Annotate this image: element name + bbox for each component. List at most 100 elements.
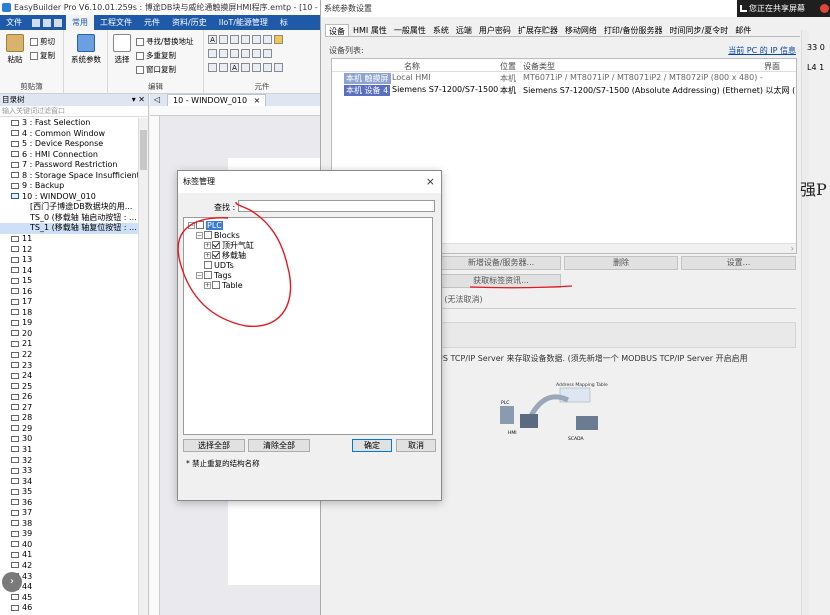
tree-item[interactable]: 11	[0, 234, 138, 245]
rect-icon[interactable]	[252, 63, 261, 72]
copy-button[interactable]: 复制	[30, 50, 55, 61]
record-icon[interactable]	[820, 4, 829, 13]
tree-item[interactable]: 19	[0, 318, 138, 329]
tree-item[interactable]: 10 : WINDOW_010	[0, 192, 138, 203]
table-row[interactable]: 本机 触摸屏 Local HMI 本机 MT6071iP / MT8071iP …	[332, 72, 796, 84]
find-replace-button[interactable]: 寻找/替换地址	[136, 36, 194, 47]
screen-share-bar[interactable]: 您正在共享屏幕	[737, 0, 830, 17]
tab-settings[interactable]: 系统	[430, 24, 452, 36]
multi-copy-button[interactable]: 多重复制	[136, 50, 176, 61]
tree-item[interactable]: 34	[0, 477, 138, 488]
menu-home[interactable]: 常用	[66, 15, 94, 30]
block-item-checkbox[interactable]	[212, 251, 220, 259]
text-element-icon[interactable]: A	[208, 35, 217, 44]
tab-settings[interactable]: 时间同步/夏令时	[667, 24, 732, 36]
shape-icon[interactable]	[263, 35, 272, 44]
numeric-icon[interactable]	[230, 35, 239, 44]
menu-data-history[interactable]: 资料/历史	[166, 15, 213, 30]
tree-scrollbar[interactable]	[138, 118, 148, 615]
tree-item[interactable]: 45	[0, 593, 138, 604]
tree-item[interactable]: 5 : Device Response	[0, 139, 138, 150]
image-icon[interactable]	[241, 63, 250, 72]
tree-item[interactable]: 18	[0, 308, 138, 319]
tree-item[interactable]: 38	[0, 519, 138, 530]
circle-icon[interactable]	[274, 63, 283, 72]
folder-icon[interactable]	[274, 35, 283, 44]
tree-item[interactable]: 36	[0, 498, 138, 509]
new-device-button[interactable]: 新增设备/服务器...	[441, 256, 561, 270]
tab-settings[interactable]: HMI 属性	[350, 24, 390, 36]
tree-item[interactable]: 21	[0, 339, 138, 350]
collapse-icon[interactable]: −	[196, 231, 203, 239]
table-checkbox[interactable]	[212, 281, 220, 289]
tree-item[interactable]: TS_1 (移载轴 轴复位按钮 : ...	[0, 223, 138, 235]
tree-scroll-thumb[interactable]	[140, 130, 147, 170]
tree-item[interactable]: 14	[0, 266, 138, 277]
button-icon[interactable]	[252, 35, 261, 44]
table-icon[interactable]	[208, 49, 217, 58]
system-params-button[interactable]: 系统参数	[68, 34, 104, 65]
pin-close-controls[interactable]: ▾ ✕	[132, 94, 145, 106]
expand-icon[interactable]: +	[204, 251, 211, 259]
paste-button[interactable]: 粘贴	[4, 34, 26, 65]
cancel-button[interactable]: 取消	[396, 439, 436, 452]
udts-checkbox[interactable]	[204, 261, 212, 269]
tree-item[interactable]: 32	[0, 456, 138, 467]
window-copy-button[interactable]: 窗口复制	[136, 64, 176, 75]
tree-node-tags[interactable]: − Tags	[196, 270, 232, 280]
menu-objects[interactable]: 元件	[138, 15, 166, 30]
tree-item[interactable]: 46	[0, 603, 138, 614]
tree-item[interactable]: [西门子博途DB数据块的用...	[0, 202, 138, 213]
tab-settings[interactable]: 一般属性	[391, 24, 429, 36]
tab-settings[interactable]: 邮件	[732, 24, 754, 36]
tree-node-blocks[interactable]: − Blocks	[196, 230, 240, 240]
grid-icon[interactable]	[219, 49, 228, 58]
collapse-icon[interactable]: −	[196, 271, 203, 279]
block-item-checkbox[interactable]	[212, 241, 220, 249]
tree-item[interactable]: 31	[0, 445, 138, 456]
tab-settings[interactable]: 设备	[325, 24, 349, 36]
get-tag-info-button[interactable]: 获取标签资讯...	[441, 274, 561, 288]
tree-item[interactable]: 33	[0, 466, 138, 477]
save-icon[interactable]	[32, 18, 40, 27]
tree-item[interactable]: 42	[0, 561, 138, 572]
tree-item[interactable]: 7 : Password Restriction	[0, 160, 138, 171]
tree-item[interactable]: 8 : Storage Space Insufficient	[0, 171, 138, 182]
tab-settings[interactable]: 用户密码	[476, 24, 514, 36]
wave-icon[interactable]	[241, 49, 250, 58]
tree-item[interactable]: 22	[0, 350, 138, 361]
tab-settings[interactable]: 远端	[453, 24, 475, 36]
tree-node-block-item[interactable]: + 移载轴	[204, 250, 246, 260]
tree-item[interactable]: 27	[0, 403, 138, 414]
tree-item[interactable]: 6 : HMI Connection	[0, 150, 138, 161]
clear-all-button[interactable]: 清除全部	[248, 439, 310, 452]
tree-item[interactable]: 29	[0, 424, 138, 435]
expand-arrow-button[interactable]: ›	[2, 572, 22, 592]
tree-item[interactable]: 13	[0, 255, 138, 266]
redo-icon[interactable]	[54, 18, 62, 27]
color-icon[interactable]	[208, 63, 217, 72]
tab-settings[interactable]: 移动网络	[562, 24, 600, 36]
tree-item[interactable]: 28	[0, 413, 138, 424]
tree-item[interactable]: 37	[0, 508, 138, 519]
tree-item[interactable]: 9 : Backup	[0, 181, 138, 192]
tree-item[interactable]: 30	[0, 434, 138, 445]
tree-item[interactable]: 16	[0, 287, 138, 298]
menu-more[interactable]: 标	[274, 15, 294, 30]
cut-button[interactable]: 剪切	[30, 36, 55, 47]
tree-item[interactable]: 41	[0, 550, 138, 561]
arrow-icon[interactable]	[252, 49, 261, 58]
star-icon[interactable]	[219, 63, 228, 72]
tree-item[interactable]: 17	[0, 297, 138, 308]
tree-item[interactable]: 39	[0, 529, 138, 540]
collapse-icon[interactable]: −	[188, 221, 195, 229]
plc-checkbox[interactable]	[196, 221, 204, 229]
bit-lamp-icon[interactable]	[219, 35, 228, 44]
close-icon[interactable]: ×	[426, 171, 435, 193]
undo-icon[interactable]	[43, 18, 51, 27]
table-row[interactable]: 本机 设备 4 Siemens S7-1200/S7-1500 本机 Sieme…	[332, 84, 796, 96]
table2-icon[interactable]	[263, 63, 272, 72]
scroll-right-icon[interactable]: ›	[791, 244, 794, 253]
tree-item[interactable]: 24	[0, 371, 138, 382]
tree-node-udts[interactable]: UDTs	[204, 260, 234, 270]
